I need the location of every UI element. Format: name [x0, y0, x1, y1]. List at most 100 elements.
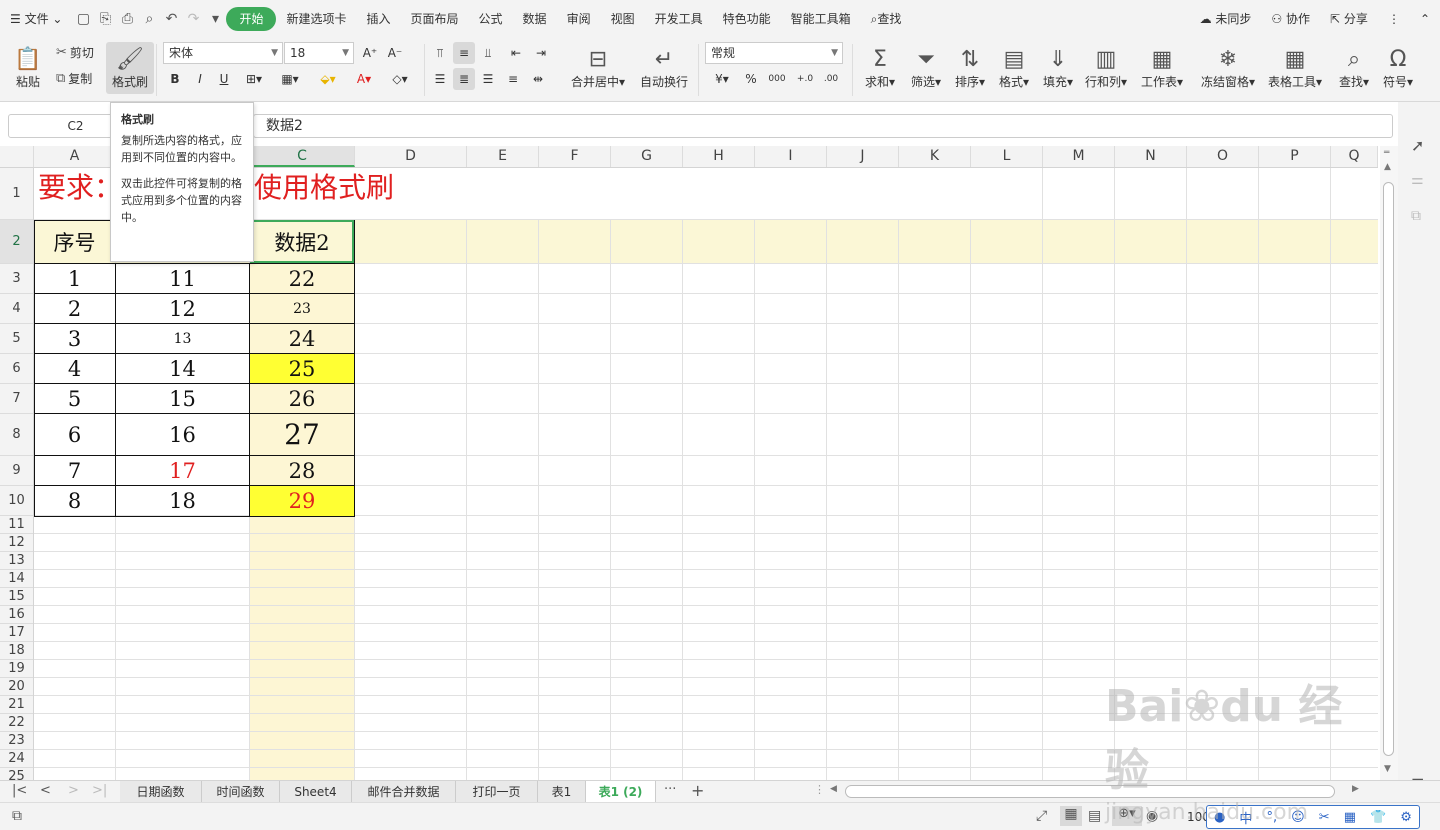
sum-button[interactable]: Σ 求和▾: [856, 42, 904, 94]
row-col-button[interactable]: ▥ 行和列▾: [1082, 42, 1130, 94]
sort-button[interactable]: ⇅ 排序▾: [946, 42, 994, 94]
column-header[interactable]: N: [1115, 146, 1187, 167]
sheet-tab[interactable]: 时间函数: [202, 781, 280, 803]
row-header[interactable]: 6: [0, 354, 33, 384]
decrease-decimal-icon[interactable]: .00: [820, 68, 842, 90]
row-header[interactable]: 12: [0, 534, 33, 552]
bold-icon[interactable]: B: [165, 68, 185, 90]
row-header[interactable]: 1: [0, 168, 33, 220]
row-header[interactable]: 15: [0, 588, 33, 606]
increase-decimal-icon[interactable]: +.0: [794, 68, 816, 90]
format-button[interactable]: ▤ 格式▾: [990, 42, 1038, 94]
filter-button[interactable]: ⏷ 筛选▾: [902, 42, 950, 94]
column-header[interactable]: C: [250, 146, 355, 167]
row-header[interactable]: 3: [0, 264, 33, 294]
sync-button[interactable]: ☁ 未同步: [1190, 7, 1262, 31]
tab-home[interactable]: 开始: [226, 7, 277, 31]
select-all-corner[interactable]: [0, 146, 34, 167]
column-header[interactable]: Q: [1331, 146, 1378, 167]
row-header[interactable]: 11: [0, 516, 33, 534]
tab-data[interactable]: 数据: [513, 7, 557, 31]
cell-b9[interactable]: 17: [116, 456, 249, 485]
cell-c10[interactable]: 29: [250, 486, 354, 516]
redo-icon[interactable]: ↷: [182, 8, 204, 30]
cell-c5[interactable]: 24: [250, 324, 354, 353]
search-button[interactable]: ⌕查找: [861, 7, 912, 31]
row-header[interactable]: 9: [0, 456, 33, 486]
cell-a5[interactable]: 3: [34, 324, 115, 353]
table-tools-button[interactable]: ▦ 表格工具▾: [1266, 42, 1324, 94]
collab-button[interactable]: ⚇ 协作: [1261, 7, 1320, 31]
column-header[interactable]: H: [683, 146, 755, 167]
font-name-select[interactable]: 宋体 ▼: [163, 42, 283, 64]
row-header[interactable]: 7: [0, 384, 33, 414]
tab-review[interactable]: 审阅: [557, 7, 601, 31]
cell-c4[interactable]: 23: [250, 294, 354, 323]
cell-a4[interactable]: 2: [34, 294, 115, 323]
cut-button[interactable]: ✂ 剪切: [56, 41, 94, 63]
row-header[interactable]: 2: [0, 220, 33, 264]
cell-c7[interactable]: 26: [250, 384, 354, 413]
print-icon[interactable]: ⎙: [116, 8, 138, 30]
column-header[interactable]: E: [467, 146, 539, 167]
column-header[interactable]: L: [971, 146, 1043, 167]
row-header[interactable]: 20: [0, 678, 33, 696]
row-header[interactable]: 18: [0, 642, 33, 660]
column-header[interactable]: G: [611, 146, 683, 167]
tab-page-layout[interactable]: 页面布局: [401, 7, 469, 31]
header-cell-seq[interactable]: 序号: [34, 220, 115, 263]
number-format-select[interactable]: 常规 ▼: [705, 42, 843, 64]
macro-icon[interactable]: ⧉: [12, 808, 22, 824]
tab-formulas[interactable]: 公式: [469, 7, 513, 31]
tab-smart-tools[interactable]: 智能工具箱: [781, 7, 861, 31]
column-header[interactable]: P: [1259, 146, 1331, 167]
print-preview-icon[interactable]: ⌕: [138, 8, 160, 30]
paste-button[interactable]: 📋 粘贴: [4, 42, 52, 94]
cell-b3[interactable]: 11: [116, 264, 249, 293]
sheet-tab[interactable]: 表1: [538, 781, 586, 803]
column-header[interactable]: O: [1187, 146, 1259, 167]
format-painter-button[interactable]: 🖌 格式刷: [106, 42, 154, 94]
cell-a7[interactable]: 5: [34, 384, 115, 413]
justify-icon[interactable]: ≡: [503, 68, 523, 90]
row-header[interactable]: 17: [0, 624, 33, 642]
more-icon[interactable]: ⋮: [1378, 7, 1410, 31]
column-header[interactable]: I: [755, 146, 827, 167]
merge-center-button[interactable]: ⊟ 合并居中▾: [566, 42, 630, 94]
cell-b8[interactable]: 16: [116, 414, 249, 455]
align-center-icon[interactable]: ≣: [453, 68, 475, 90]
symbol-button[interactable]: Ω 符号▾: [1374, 42, 1422, 94]
save-icon[interactable]: ▢: [72, 8, 94, 30]
find-button[interactable]: ⌕ 查找▾: [1330, 42, 1378, 94]
cell-a3[interactable]: 1: [34, 264, 115, 293]
header-cell-data2[interactable]: 数据2: [250, 220, 354, 263]
cell-b6[interactable]: 14: [116, 354, 249, 383]
percent-icon[interactable]: %: [741, 68, 761, 90]
tab-developer[interactable]: 开发工具: [645, 7, 713, 31]
row-header[interactable]: 22: [0, 714, 33, 732]
vertical-scrollbar[interactable]: ═ ▲ ▼: [1380, 146, 1398, 780]
border-icon[interactable]: ⊞▾: [240, 68, 268, 90]
next-sheet-icon[interactable]: >: [68, 783, 79, 798]
freeze-button[interactable]: ❄ 冻结窗格▾: [1200, 42, 1256, 94]
sheet-tab[interactable]: 日期函数: [120, 781, 202, 803]
tab-features[interactable]: 特色功能: [713, 7, 781, 31]
backup-icon[interactable]: ⧉: [1411, 208, 1421, 224]
worksheet-button[interactable]: ▦ 工作表▾: [1138, 42, 1186, 94]
align-middle-icon[interactable]: ≡: [453, 42, 475, 64]
row-header[interactable]: 14: [0, 570, 33, 588]
column-header[interactable]: D: [355, 146, 467, 167]
tab-splitter-icon[interactable]: ⋮: [814, 783, 825, 796]
scroll-top-icon[interactable]: ═: [1384, 148, 1389, 158]
row-header[interactable]: 24: [0, 750, 33, 768]
cell-c6[interactable]: 25: [250, 354, 354, 383]
copy-button[interactable]: ⧉ 复制: [56, 67, 92, 89]
column-header[interactable]: A: [34, 146, 116, 167]
sheet-tab[interactable]: 邮件合并数据: [352, 781, 456, 803]
add-sheet-icon[interactable]: +: [691, 781, 704, 800]
cell-b4[interactable]: 12: [116, 294, 249, 323]
customize-icon[interactable]: ▾: [204, 8, 226, 30]
row-header[interactable]: 25: [0, 768, 33, 780]
scroll-up-icon[interactable]: ▲: [1384, 162, 1391, 172]
tab-insert[interactable]: 插入: [357, 7, 401, 31]
